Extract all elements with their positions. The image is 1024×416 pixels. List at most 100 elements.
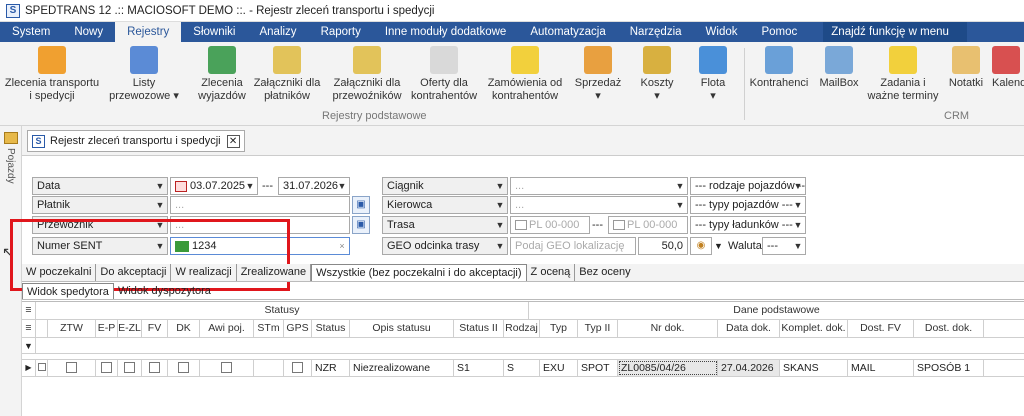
column-header[interactable]: Dost. dok. — [914, 320, 984, 337]
filter-platnik-select[interactable]: Płatnik ▼ — [32, 196, 168, 214]
filter-funnel-icon[interactable]: ▼ — [22, 338, 36, 353]
cell-typ-ii[interactable]: SPOT — [578, 360, 618, 376]
column-header[interactable]: Rodzaj — [504, 320, 540, 337]
book-icon[interactable]: ▣ — [352, 216, 370, 234]
column-header[interactable]: E-P — [96, 320, 118, 337]
ribbon-mailbox-button[interactable]: MailBox — [814, 46, 864, 90]
ribbon-notatki-button[interactable]: Notatki — [944, 46, 988, 90]
column-header[interactable]: Dost. FV — [848, 320, 914, 337]
tab-widok-dyspozytora[interactable]: Widok dyspozytora — [114, 283, 215, 299]
ribbon-kontrahenci-button[interactable]: Kontrahenci — [748, 46, 810, 90]
tab-widok-spedytora[interactable]: Widok spedytora — [22, 283, 114, 299]
filter-data-select[interactable]: Data ▼ — [32, 177, 168, 195]
cell-typ[interactable]: EXU — [540, 360, 578, 376]
geo-location-input[interactable]: Podaj GEO lokalizację — [510, 237, 636, 255]
filter-kierowca-select[interactable]: Kierowca ▼ — [382, 196, 508, 214]
filter-trasa-select[interactable]: Trasa ▼ — [382, 216, 508, 234]
column-header[interactable]: GPS — [284, 320, 312, 337]
cell-fv-checkbox[interactable] — [142, 360, 168, 376]
book-icon[interactable]: ▣ — [352, 196, 370, 214]
cell-dost-dok[interactable]: SPOSÓB 1 — [914, 360, 984, 376]
rodzaje-pojazdow-select[interactable]: --- rodzaje pojazdów -- ▼ — [690, 177, 806, 195]
typy-pojazdow-select[interactable]: --- typy pojazdów --- ▼ — [690, 196, 806, 214]
cell-ep-checkbox[interactable] — [96, 360, 118, 376]
tab-w-realizacji[interactable]: W realizacji — [171, 264, 237, 281]
kierowca-input[interactable]: ... ▼ — [510, 196, 688, 214]
cell-awi-checkbox[interactable] — [200, 360, 254, 376]
cell-status-ii[interactable]: S1 — [454, 360, 504, 376]
cell-opis-statusu[interactable]: Niezrealizowane — [350, 360, 454, 376]
column-header[interactable]: Typ II — [578, 320, 618, 337]
ribbon-flota-button[interactable]: Flota ▾ — [688, 46, 738, 103]
cell-ezl-checkbox[interactable] — [118, 360, 142, 376]
table-row[interactable]: ▶ NZR Niezrealizowane S1 S EXU SPOT ZL00… — [22, 360, 1024, 377]
date-to-input[interactable]: 31.07.2026 ▼ — [278, 177, 350, 195]
ribbon-zalaczniki-platnikow-button[interactable]: Załączniki dla płatników — [254, 46, 320, 103]
cell-nr-dok[interactable]: ZL0085/04/26 — [618, 360, 718, 376]
ribbon-zamowienia-button[interactable]: Zamówienia od kontrahentów — [488, 46, 562, 103]
location-pin-icon[interactable]: ◉ — [690, 237, 712, 255]
column-header[interactable]: Komplet. dok. — [780, 320, 848, 337]
column-header[interactable]: E-ZL — [118, 320, 142, 337]
menu-slowniki[interactable]: Słowniki — [181, 22, 247, 42]
cell-gps-checkbox[interactable] — [284, 360, 312, 376]
column-header[interactable]: Typ — [540, 320, 578, 337]
chevron-down-icon[interactable]: ▼ — [714, 237, 723, 255]
tab-wszystkie[interactable]: Wszystkie (bez poczekalni i do akceptacj… — [311, 264, 527, 281]
ribbon-koszty-button[interactable]: Koszty ▾ — [632, 46, 682, 103]
menu-raporty[interactable]: Raporty — [309, 22, 373, 42]
waluta-select[interactable]: --- ▼ — [762, 237, 806, 255]
column-header[interactable]: Data dok. — [718, 320, 780, 337]
typy-ladunkow-select[interactable]: --- typy ładunków --- ▼ — [690, 216, 806, 234]
cell-stm[interactable] — [254, 360, 284, 376]
tab-zrealizowane[interactable]: Zrealizowane — [237, 264, 312, 281]
side-panel-pojazdy[interactable]: Pojazdy — [5, 148, 16, 184]
menu-system[interactable]: System — [0, 22, 62, 42]
tab-do-akceptacji[interactable]: Do akceptacji — [96, 264, 172, 281]
ribbon-zlecenia-wyjazdow-button[interactable]: Zlecenia wyjazdów — [194, 46, 250, 103]
tab-rejestr-zlecen[interactable]: S Rejestr zleceń transportu i spedycji ✕ — [27, 130, 245, 152]
menu-search-input[interactable]: Znajdź funkcję w menu — [823, 22, 967, 42]
ribbon-listy-przewozowe-button[interactable]: Listy przewozowe ▾ — [109, 46, 179, 103]
trasa-to-input[interactable]: PL 00-000 — [608, 216, 688, 234]
row-selector[interactable] — [36, 360, 48, 376]
ribbon-sprzedaz-button[interactable]: Sprzedaż ▾ — [572, 46, 624, 103]
menu-widok[interactable]: Widok — [694, 22, 750, 42]
cell-rodzaj[interactable]: S — [504, 360, 540, 376]
cell-status[interactable]: NZR — [312, 360, 350, 376]
menu-inne-moduly[interactable]: Inne moduły dodatkowe — [373, 22, 518, 42]
platnik-input[interactable]: ... — [170, 196, 350, 214]
menu-nowy[interactable]: Nowy — [62, 22, 115, 42]
column-header[interactable]: Awi poj. — [200, 320, 254, 337]
column-header[interactable]: Opis statusu — [350, 320, 454, 337]
column-header[interactable]: Nr dok. — [618, 320, 718, 337]
tab-w-poczekalni[interactable]: W poczekalni — [22, 264, 97, 281]
cell-dost-fv[interactable]: MAIL — [848, 360, 914, 376]
ribbon-zlecenia-transportu-button[interactable]: Zlecenia transportu i spedycji — [5, 46, 99, 103]
menu-narzedzia[interactable]: Narzędzia — [618, 22, 694, 42]
ribbon-kalendarz-button[interactable]: Kalend — [992, 46, 1024, 90]
menu-analizy[interactable]: Analizy — [247, 22, 308, 42]
cell-komplet-dok[interactable]: SKANS — [780, 360, 848, 376]
ciagnik-input[interactable]: ... ▼ — [510, 177, 688, 195]
date-from-input[interactable]: 03.07.2025 ▼ — [170, 177, 258, 195]
ribbon-zalaczniki-przewoznikow-button[interactable]: Załączniki dla przewoźników — [330, 46, 404, 103]
cell-data-dok[interactable]: 27.04.2026 — [718, 360, 780, 376]
column-header[interactable]: FV — [142, 320, 168, 337]
filter-geo-select[interactable]: GEO odcinka trasy ▼ — [382, 237, 508, 255]
menu-automatyzacja[interactable]: Automatyzacja — [518, 22, 617, 42]
menu-pomoc[interactable]: Pomoc — [749, 22, 809, 42]
ribbon-zadania-button[interactable]: Zadania i ważne terminy — [868, 46, 938, 103]
ribbon-oferty-button[interactable]: Oferty dla kontrahentów — [408, 46, 480, 103]
column-header[interactable]: STm — [254, 320, 284, 337]
column-header[interactable]: Status — [312, 320, 350, 337]
folder-icon[interactable] — [4, 132, 18, 144]
grid-menu-icon[interactable]: ≡ — [22, 302, 36, 319]
geo-radius-input[interactable]: 50,0 — [638, 237, 688, 255]
grid-menu-icon[interactable]: ≡ — [22, 320, 36, 337]
column-header[interactable]: ZTW — [48, 320, 96, 337]
trasa-from-input[interactable]: PL 00-000 — [510, 216, 590, 234]
cell-dk-checkbox[interactable] — [168, 360, 200, 376]
close-icon[interactable]: ✕ — [226, 134, 240, 148]
menu-rejestry[interactable]: Rejestry — [115, 22, 182, 42]
